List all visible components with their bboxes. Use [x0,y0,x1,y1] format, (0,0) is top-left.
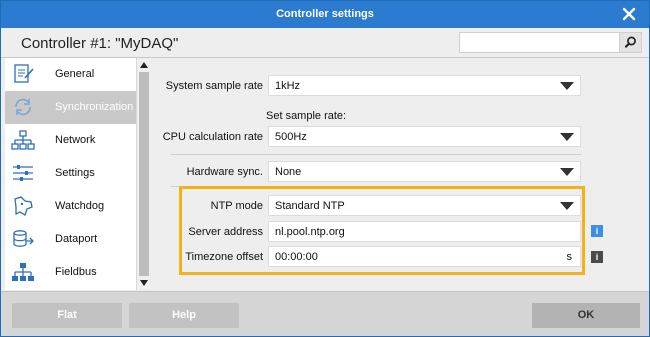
dropdown-arrow-icon [560,202,574,210]
sidebar-item-synchronization[interactable]: Synchronization [5,91,136,124]
timezone-offset-value: 00:00:00 [275,251,318,263]
dialog-footer: Flat Help OK [1,291,649,336]
sidebar-scrollbar[interactable] [136,58,150,290]
search-button[interactable] [619,33,641,52]
separator [171,154,581,155]
ok-button[interactable]: OK [532,303,640,328]
synchronization-panel: System sample rate 1kHz Set sample rate:… [151,58,649,290]
sidebar-item-label: Network [55,134,96,146]
general-icon [14,64,34,83]
controller-header: Controller #1: "MyDAQ" [1,28,649,58]
hardware-sync-label: Hardware sync. [186,166,263,178]
system-sample-rate-value: 1kHz [275,80,301,92]
cpu-calc-rate-select[interactable]: 500Hz [268,126,581,147]
search-icon [624,36,636,48]
timezone-offset-info-icon[interactable]: i [591,251,603,263]
database-icon [13,230,34,247]
sidebar-item-label: Synchronization [55,101,134,113]
ntp-mode-select[interactable]: Standard NTP [268,195,581,216]
dropdown-arrow-icon [560,133,574,141]
controller-title: Controller #1: "MyDAQ" [21,35,179,52]
ntp-mode-label: NTP mode [210,200,263,212]
server-address-info-icon[interactable]: i [591,225,603,237]
network-icon [11,130,35,150]
sidebar-item-label: Dataport [55,233,98,245]
window-title: Controller settings [276,8,374,20]
flat-button[interactable]: Flat [12,303,122,328]
scroll-down-arrow-icon[interactable] [139,278,149,288]
help-button[interactable]: Help [129,303,239,328]
sidebar-item-label: Fieldbus [55,266,97,278]
sidebar-item-general[interactable]: General [5,58,136,91]
sidebar-item-label: Watchdog [55,200,105,212]
timezone-offset-input[interactable]: 00:00:00 s [268,246,581,267]
sidebar-item-settings[interactable]: Settings [5,157,136,190]
sidebar-item-label: General [55,68,95,80]
server-address-label: Server address [188,226,263,238]
sync-icon [15,98,31,116]
sidebar-item-watchdog[interactable]: Watchdog [5,190,136,223]
hardware-sync-select[interactable]: None [268,161,581,182]
watchdog-icon [14,196,33,216]
server-address-value: nl.pool.ntp.org [275,226,345,238]
hardware-sync-value: None [275,166,302,178]
dropdown-arrow-icon [560,168,574,176]
settings-sliders-icon [13,165,33,181]
timezone-offset-label: Timezone offset [185,251,263,263]
sidebar-item-fieldbus[interactable]: Fieldbus [5,256,136,289]
system-sample-rate-select[interactable]: 1kHz [268,75,581,96]
title-bar: Controller settings [1,1,649,28]
ntp-mode-value: Standard NTP [275,200,345,212]
sidebar-item-label: Settings [55,167,95,179]
set-sample-rate-label: Set sample rate: [266,110,347,122]
sidebar-item-dataport[interactable]: Dataport [5,223,136,256]
sidebar-item-network[interactable]: Network [5,124,136,157]
system-sample-rate-label: System sample rate [165,80,263,92]
settings-sidebar: General Synchronization Network Settings… [5,58,136,290]
server-address-input[interactable]: nl.pool.ntp.org [268,221,581,242]
cpu-calc-rate-label: CPU calculation rate [162,131,263,143]
timezone-offset-unit: s [566,251,573,263]
scroll-up-arrow-icon[interactable] [139,60,149,70]
close-icon[interactable] [619,4,639,24]
fieldbus-icon [12,263,34,281]
controller-settings-window: Controller settings Controller #1: "MyDA… [0,0,650,337]
search-box[interactable] [459,32,642,53]
cpu-calc-rate-value: 500Hz [275,131,307,143]
dropdown-arrow-icon [560,82,574,90]
scrollbar-thumb[interactable] [139,72,149,276]
